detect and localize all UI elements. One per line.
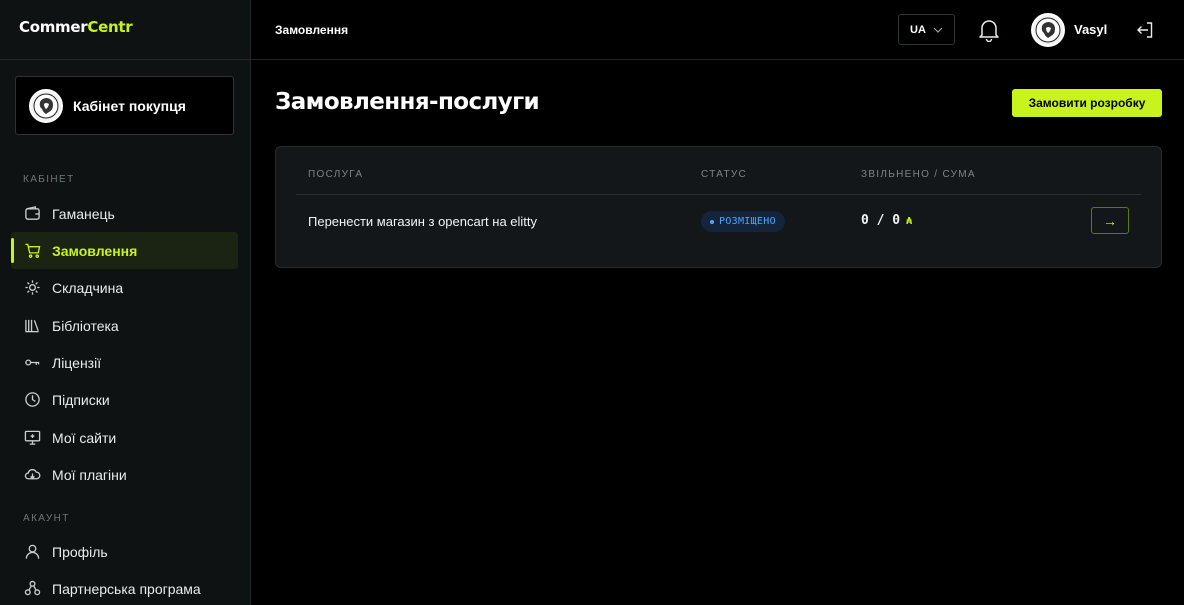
chevron-down-icon — [933, 27, 943, 33]
library-icon — [23, 317, 41, 335]
user-avatar[interactable] — [1031, 13, 1065, 47]
status-dot — [710, 219, 714, 224]
sidebar-item-orders[interactable]: Замовлення — [11, 232, 238, 269]
column-header-service: ПОСЛУГА — [308, 169, 364, 180]
sidebar-item-label: Ліцензії — [52, 354, 102, 371]
sidebar-item-label: Гаманець — [52, 205, 115, 222]
clock-icon — [23, 391, 41, 409]
amount-value: 0 / 0 ₳ — [861, 213, 912, 228]
key-icon — [23, 354, 41, 372]
divider — [0, 59, 250, 60]
lion-avatar-icon — [33, 93, 59, 118]
sidebar-item-label: Замовлення — [52, 242, 138, 259]
open-order-button[interactable]: → — [1091, 207, 1129, 234]
logo-text-part1: Commer — [19, 18, 88, 36]
sidebar-item-library[interactable]: Бібліотека — [11, 307, 238, 344]
service-name: Перенести магазин з opencart на elitty — [308, 214, 538, 229]
header-divider — [296, 194, 1141, 195]
section-title-cabinet: КАБІНЕТ — [23, 174, 75, 185]
page-title: Замовлення-послуги — [275, 89, 540, 115]
sidebar: CommerCentr Кабінет покупця КАБІНЕТ Гама… — [0, 0, 251, 605]
logout-icon[interactable] — [1135, 20, 1155, 40]
sun-icon — [23, 279, 41, 297]
language-select[interactable]: UA — [898, 14, 955, 45]
user-icon — [23, 543, 41, 561]
sidebar-item-label: Профіль — [52, 543, 108, 560]
lion-avatar-icon — [1035, 17, 1061, 43]
sidebar-item-wallet[interactable]: Гаманець — [11, 195, 238, 232]
logo[interactable]: CommerCentr — [19, 18, 133, 36]
cabinet-switcher[interactable]: Кабінет покупця — [15, 76, 234, 135]
sidebar-item-label: Мої сайти — [52, 429, 117, 446]
bell-icon[interactable] — [978, 18, 1000, 42]
sidebar-item-subscriptions[interactable]: Підписки — [11, 381, 238, 418]
cabinet-label: Кабінет покупця — [73, 97, 186, 114]
cloud-icon — [23, 466, 41, 484]
sidebar-item-my-plugins[interactable]: Мої плагіни — [11, 456, 238, 493]
sidebar-item-label: Партнерська програма — [52, 580, 201, 597]
column-header-amount: ЗВІЛЬНЕНО / СУМА — [861, 169, 976, 180]
username[interactable]: Vasyl — [1074, 22, 1107, 37]
sidebar-item-label: Мої плагіни — [52, 466, 127, 483]
sidebar-item-my-sites[interactable]: Мої сайти — [11, 419, 238, 456]
sidebar-item-group-buy[interactable]: Складчина — [11, 269, 238, 306]
avatar — [29, 88, 63, 123]
section-title-account: АКАУНТ — [23, 513, 70, 524]
wallet-icon — [23, 205, 41, 223]
topbar: Замовлення UA Vasyl — [251, 0, 1184, 60]
order-development-button[interactable]: Замовити розробку — [1012, 89, 1162, 117]
sidebar-item-label: Підписки — [52, 391, 110, 408]
currency-icon: ₳ — [906, 216, 913, 227]
sidebar-item-partner-program[interactable]: Партнерська програма — [11, 570, 238, 605]
monitor-icon — [23, 429, 41, 447]
sidebar-item-profile[interactable]: Профіль — [11, 533, 238, 570]
orders-table: ПОСЛУГА СТАТУС ЗВІЛЬНЕНО / СУМА Перенест… — [275, 146, 1162, 268]
logo-text-part2: Centr — [87, 18, 133, 36]
status-label: РОЗМІЩЕНО — [719, 216, 776, 227]
sidebar-item-licenses[interactable]: Ліцензії — [11, 344, 238, 381]
status-badge: РОЗМІЩЕНО — [701, 211, 785, 232]
column-header-status: СТАТУС — [701, 169, 748, 180]
sidebar-item-label: Бібліотека — [52, 317, 119, 334]
breadcrumb: Замовлення — [275, 23, 349, 37]
sidebar-item-label: Складчина — [52, 279, 124, 296]
network-icon — [23, 580, 41, 598]
amount-text: 0 / 0 — [861, 213, 901, 228]
cart-icon — [23, 242, 41, 260]
language-value: UA — [910, 23, 926, 36]
